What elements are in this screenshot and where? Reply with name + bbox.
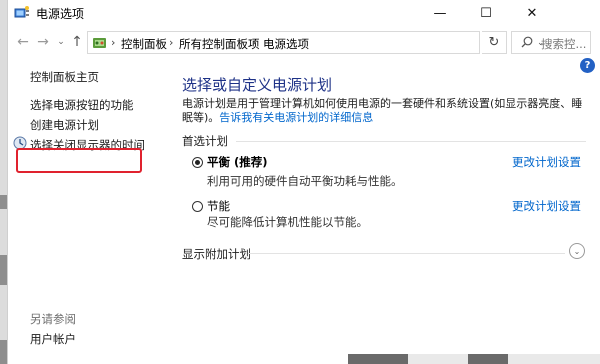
chevron-down-icon: ⌄ [573,246,581,256]
up-arrow-icon: ↑ [71,34,83,50]
breadcrumb-all-items[interactable]: 所有控制面板项 [179,36,260,52]
close-button[interactable]: ✕ [509,0,555,26]
sidebar-item-power-button-function[interactable]: 选择电源按钮的功能 [30,97,134,113]
help-icon: ? [584,60,591,71]
expand-additional-plans-button[interactable]: ⌄ [569,243,585,259]
breadcrumb-separator: › [169,36,174,49]
background-window-edge [0,0,7,364]
breadcrumb-power-options[interactable]: 电源选项 [263,36,309,52]
search-icon [521,36,533,48]
taskbar-preview-strip [348,354,600,364]
balanced-plan-name[interactable]: 平衡 (推荐) [207,154,268,170]
minimize-button[interactable]: — [417,0,463,26]
balanced-plan-description: 利用可用的硬件自动平衡功耗与性能。 [207,174,403,188]
show-additional-plans-label[interactable]: 显示附加计划 [182,246,251,262]
page-title: 选择或自定义电源计划 [182,76,333,94]
power-saver-plan-name[interactable]: 节能 [207,198,230,214]
close-icon: ✕ [526,5,538,21]
forward-arrow-icon: → [37,34,49,50]
breadcrumb-separator: › [111,36,116,49]
back-button[interactable]: ← [14,32,32,52]
control-panel-icon [93,38,106,48]
up-button[interactable]: ↑ [68,32,86,52]
power-saver-radio[interactable] [192,201,203,212]
breadcrumb-separator: › [252,36,257,49]
back-arrow-icon: ← [17,34,29,50]
page-description: 电源计划是用于管理计算机如何使用电源的一套硬件和系统设置(如显示器亮度、睡眠等)… [182,97,587,125]
search-placeholder: 搜索控... [541,37,587,51]
sidebar-item-user-accounts[interactable]: 用户帐户 [30,331,76,347]
title-bar: 电源选项 — ☐ ✕ [8,0,600,26]
section-divider [248,253,565,254]
balanced-change-settings-link[interactable]: 更改计划设置 [512,154,581,170]
window-title: 电源选项 [36,7,85,21]
highlight-annotation [16,148,142,173]
minimize-icon: — [433,5,447,21]
navigation-bar: ← → ⌄ ↑ › 控制面板 › 所有控制面板项 › 电源选项 ⌄ ↻ 搜索控.… [8,26,600,58]
refresh-icon: ↻ [488,35,500,50]
help-button[interactable]: ? [580,58,595,73]
sidebar-item-create-power-plan[interactable]: 创建电源计划 [30,117,99,133]
power-options-window: 电源选项 — ☐ ✕ ← → ⌄ ↑ › 控制面板 › 所有控制面板项 › 电源… [7,0,600,364]
balanced-radio[interactable] [192,157,203,168]
power-saver-plan-description: 尽可能降低计算机性能以节能。 [207,215,368,229]
forward-button[interactable]: → [34,32,52,52]
sidebar-item-control-panel-home[interactable]: 控制面板主页 [30,69,99,85]
address-bar[interactable]: › 控制面板 › 所有控制面板项 › 电源选项 ⌄ [87,31,545,54]
learn-more-link[interactable]: 告诉我有关电源计划的详细信息 [219,111,373,124]
power-saver-change-settings-link[interactable]: 更改计划设置 [512,198,581,214]
preferred-plans-label: 首选计划 [182,134,228,148]
radio-selected-dot [195,160,200,165]
section-divider [236,141,586,142]
maximize-button[interactable]: ☐ [463,0,509,26]
maximize-icon: ☐ [480,5,492,21]
refresh-button[interactable]: ↻ [482,31,507,54]
chevron-down-icon: ⌄ [57,37,65,47]
breadcrumb-control-panel[interactable]: 控制面板 [121,36,167,52]
power-options-icon [14,6,29,18]
search-input[interactable]: 搜索控... [511,31,591,54]
see-also-heading: 另请参阅 [30,312,76,326]
